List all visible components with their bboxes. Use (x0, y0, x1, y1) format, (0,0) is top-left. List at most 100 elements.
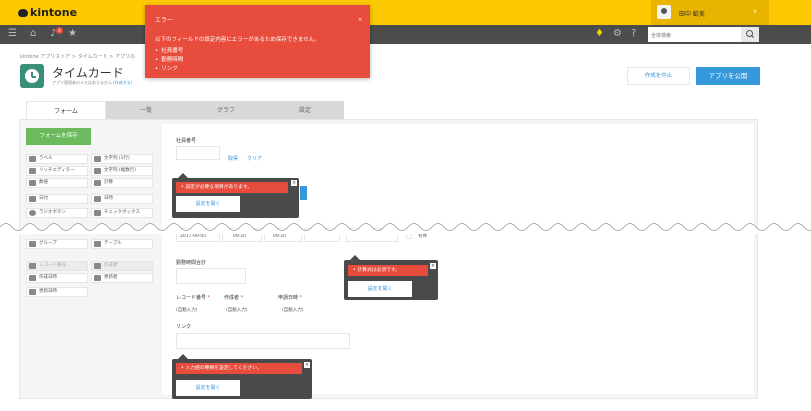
close-icon[interactable]: × (358, 17, 362, 23)
error-message: • 入力値の種類を設定してください。 (176, 363, 302, 374)
palette-item[interactable]: 文字列 (1行) (91, 154, 153, 164)
open-settings-button[interactable]: 設定を開く (348, 281, 412, 297)
palette-item[interactable]: 更新日時 (26, 287, 88, 297)
palette-item[interactable]: ラベル (26, 154, 88, 164)
employee-number-input[interactable] (176, 146, 220, 160)
field-label: 勤務時間合計 (176, 260, 207, 266)
required-mark: * (207, 295, 211, 301)
required-mark: * (240, 295, 244, 301)
creator-label: 作成者 (224, 295, 240, 301)
open-settings-button[interactable]: 設定を開く (176, 196, 240, 212)
person-icon (94, 263, 101, 269)
multiline-icon (94, 168, 101, 174)
field-label: リンク (176, 324, 192, 330)
palette-item[interactable]: グループ (26, 239, 88, 249)
search-input[interactable]: 全体検索 (648, 27, 741, 42)
palette-item[interactable]: 文字列 (複数行) (91, 166, 153, 176)
tab-list[interactable]: 一覧 (106, 101, 186, 120)
palette-item[interactable]: 数値 (26, 178, 88, 188)
field-error-popup: • 設定が必要な項目があります。 × 設定を開く (172, 173, 299, 218)
date-icon (29, 275, 36, 281)
gear-icon[interactable]: ⚙ (613, 28, 622, 40)
close-icon[interactable]: × (304, 362, 310, 368)
app-icon (20, 64, 44, 88)
app-memo: アプリ管理者のメモはありません (作成する) (52, 80, 132, 86)
user-menu[interactable]: 田中 歓美 ∨ (651, 0, 769, 25)
form-canvas (162, 124, 754, 394)
palette-item[interactable]: 日付 (26, 194, 88, 204)
auto-value: (自動入力) (226, 308, 248, 313)
link-input[interactable] (176, 333, 350, 349)
open-settings-button[interactable]: 設定を開く (176, 380, 240, 396)
breadcrumb-item[interactable]: アプリの (115, 54, 135, 60)
auto-value: (自動入力) (176, 308, 198, 313)
error-toast: エラー × 以下のフィールドの設定内容にエラーがあるため保存できません。 社員番… (145, 5, 370, 78)
checkbox-icon (94, 210, 101, 216)
close-icon[interactable]: × (430, 263, 436, 269)
palette-item-label: 更新日時 (39, 289, 57, 294)
error-field-item: 社員番号 (155, 47, 183, 56)
logo-text: kintone (30, 6, 78, 19)
palette-item-label: 文字列 (1行) (104, 156, 130, 161)
palette-item[interactable]: 日時 (91, 194, 153, 204)
kintone-logo[interactable]: kintone (18, 6, 77, 19)
breadcrumb-item[interactable]: kintone アプリストア (20, 54, 70, 60)
palette-item-label: ラジオボタン (39, 210, 66, 215)
field-settings-icon[interactable] (300, 186, 307, 200)
cell-value: 09:20 (273, 234, 286, 239)
palette-item[interactable]: テーブル (91, 239, 153, 249)
text-icon (94, 156, 101, 162)
date-label: 申請日時 (278, 295, 299, 301)
group-icon (29, 241, 36, 247)
breadcrumb-item[interactable]: タイムカード (78, 54, 108, 60)
palette-item[interactable]: レコード番号 (26, 261, 88, 271)
palette-item[interactable]: チェックボックス (91, 208, 153, 218)
publish-button[interactable]: アプリを公開 (696, 67, 760, 85)
screen-break (0, 223, 811, 234)
tab-settings[interactable]: 設定 (266, 101, 344, 120)
datetime-icon (94, 196, 101, 202)
palette-item-label: 計算 (104, 180, 113, 185)
cell-value: 09:20 (233, 234, 246, 239)
chevron-down-icon: ∨ (752, 8, 757, 15)
palette-item-label: 数値 (39, 180, 48, 185)
cell-value: 2017-09-05 (180, 234, 207, 239)
fetch-link[interactable]: 取得 (228, 155, 238, 162)
palette-item-label: 日付 (39, 196, 48, 201)
error-field-item: 勤務時間 (155, 56, 183, 65)
help-icon[interactable]: ? (631, 28, 636, 40)
close-icon[interactable]: × (291, 180, 297, 186)
tab-graph[interactable]: グラフ (186, 101, 266, 120)
palette-item[interactable]: 作成者 (91, 261, 153, 271)
palette-item-label: 更新者 (104, 275, 118, 280)
cancel-button[interactable]: 作成を中止 (627, 67, 690, 85)
palette-item[interactable]: ラジオボタン (26, 208, 88, 218)
sprout-icon[interactable]: ♦ (595, 28, 604, 40)
search-icon[interactable] (741, 27, 759, 42)
label-icon (29, 156, 36, 162)
total-hours-field[interactable] (176, 268, 246, 284)
clear-link[interactable]: クリア (247, 155, 262, 162)
tab-form[interactable]: フォーム (26, 101, 106, 120)
user-name: 田中 歓美 (679, 11, 705, 18)
star-icon[interactable]: ★ (68, 28, 77, 40)
palette-item-label: リッチエディター (39, 168, 75, 173)
required-mark: * (299, 295, 303, 301)
palette-item[interactable]: 作成日時 (26, 273, 88, 283)
date-icon (29, 196, 36, 202)
home-icon[interactable]: ⌂ (30, 28, 36, 40)
rich-editor-icon (29, 168, 36, 174)
palette-item-label: チェックボックス (104, 210, 140, 215)
palette-item[interactable]: 更新者 (91, 273, 153, 283)
palette-item[interactable]: 計算 (91, 178, 153, 188)
save-form-button[interactable]: フォームを保存 (26, 128, 91, 145)
palette-item-label: 日時 (104, 196, 113, 201)
palette-item[interactable]: リッチエディター (26, 166, 88, 176)
palette-item-label: 作成者 (104, 263, 118, 268)
field-error-popup: • 入力値の種類を設定してください。 × 設定を開く (172, 354, 312, 399)
radio-icon (29, 210, 36, 216)
create-memo-link[interactable]: (作成する) (113, 80, 132, 85)
menu-icon[interactable]: ☰ (8, 28, 17, 40)
toast-title: エラー (155, 17, 174, 24)
field-label: 社員番号 (176, 138, 197, 144)
